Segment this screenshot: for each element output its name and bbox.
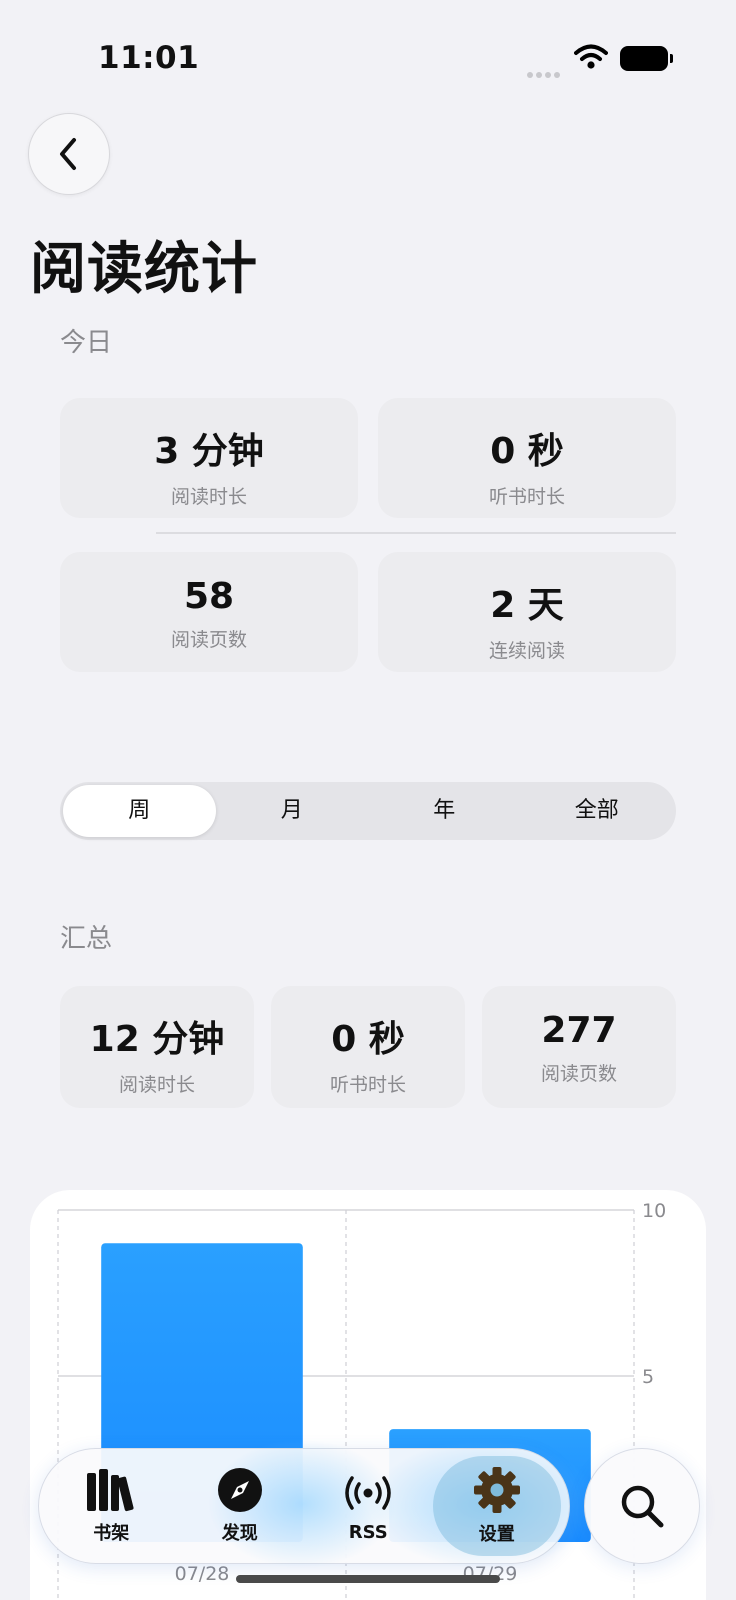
stat-label: 阅读时长 bbox=[170, 486, 247, 508]
chart-x-tick-label: 07/28 bbox=[175, 1563, 230, 1585]
stat-value: 277 bbox=[541, 1010, 617, 1051]
period-segmented-control: 周 月 年 全部 bbox=[60, 782, 676, 840]
today-listening-time-card: 0 秒 听书时长 bbox=[378, 398, 676, 518]
stat-value: 0 秒 bbox=[490, 431, 564, 472]
tab-all[interactable]: 全部 bbox=[521, 785, 674, 837]
chart-y-tick-label: 5 bbox=[642, 1366, 654, 1388]
stat-value: 58 bbox=[183, 576, 235, 617]
stat-label: 连续阅读 bbox=[488, 640, 565, 662]
stat-value: 2 天 bbox=[490, 585, 564, 626]
stat-value: 0 秒 bbox=[331, 1019, 405, 1060]
signal-dots-icon bbox=[527, 63, 563, 82]
page-title: 阅读统计 bbox=[30, 237, 258, 302]
stat-value: 3 分钟 bbox=[154, 431, 264, 472]
summary-section-label: 汇总 bbox=[60, 924, 113, 954]
chevron-left-icon bbox=[60, 138, 76, 170]
chart-y-tick-label: 10 bbox=[642, 1200, 666, 1222]
summary-pages-card: 277 阅读页数 bbox=[482, 986, 676, 1108]
summary-reading-time-card: 12 分钟 阅读时长 bbox=[60, 986, 254, 1108]
home-indicator bbox=[236, 1575, 500, 1583]
tab-week[interactable]: 周 bbox=[63, 785, 216, 837]
battery-icon bbox=[620, 46, 673, 71]
search-icon bbox=[621, 1485, 664, 1528]
tab-label: 设置 bbox=[478, 1524, 515, 1545]
wifi-icon bbox=[574, 44, 608, 74]
stat-label: 阅读页数 bbox=[540, 1063, 617, 1085]
tab-label: 书架 bbox=[93, 1523, 130, 1544]
today-section-label: 今日 bbox=[60, 328, 113, 358]
today-streak-card: 2 天 连续阅读 bbox=[378, 552, 676, 672]
summary-listening-time-card: 0 秒 听书时长 bbox=[271, 986, 465, 1108]
search-button[interactable] bbox=[584, 1448, 700, 1564]
tab-label: RSS bbox=[348, 1521, 388, 1543]
stat-label: 听书时长 bbox=[329, 1074, 406, 1096]
tab-settings[interactable]: 设置 bbox=[432, 1456, 561, 1556]
tab-label: 发现 bbox=[221, 1523, 258, 1544]
status-time: 11:01 bbox=[98, 40, 200, 76]
stat-label: 阅读页数 bbox=[170, 629, 247, 651]
stat-value: 12 分钟 bbox=[89, 1019, 225, 1060]
stat-label: 阅读时长 bbox=[118, 1074, 195, 1096]
tab-rss[interactable]: RSS bbox=[304, 1456, 433, 1556]
tab-year[interactable]: 年 bbox=[368, 785, 521, 837]
books-icon bbox=[87, 1469, 134, 1512]
rss-icon bbox=[345, 1475, 391, 1510]
status-bar: 11:01 bbox=[0, 0, 736, 110]
tab-discover[interactable]: 发现 bbox=[176, 1456, 305, 1556]
compass-icon bbox=[217, 1468, 262, 1512]
stat-label: 听书时长 bbox=[488, 486, 565, 508]
today-reading-time-card: 3 分钟 阅读时长 bbox=[60, 398, 358, 518]
bottom-tab-bar: 书架 发现 RSS 设置 bbox=[38, 1439, 599, 1569]
divider bbox=[156, 532, 676, 534]
tab-bookshelf[interactable]: 书架 bbox=[47, 1456, 176, 1556]
gear-icon bbox=[473, 1467, 520, 1513]
back-button[interactable] bbox=[28, 113, 110, 195]
today-pages-card: 58 阅读页数 bbox=[60, 552, 358, 672]
tab-month[interactable]: 月 bbox=[216, 785, 369, 837]
